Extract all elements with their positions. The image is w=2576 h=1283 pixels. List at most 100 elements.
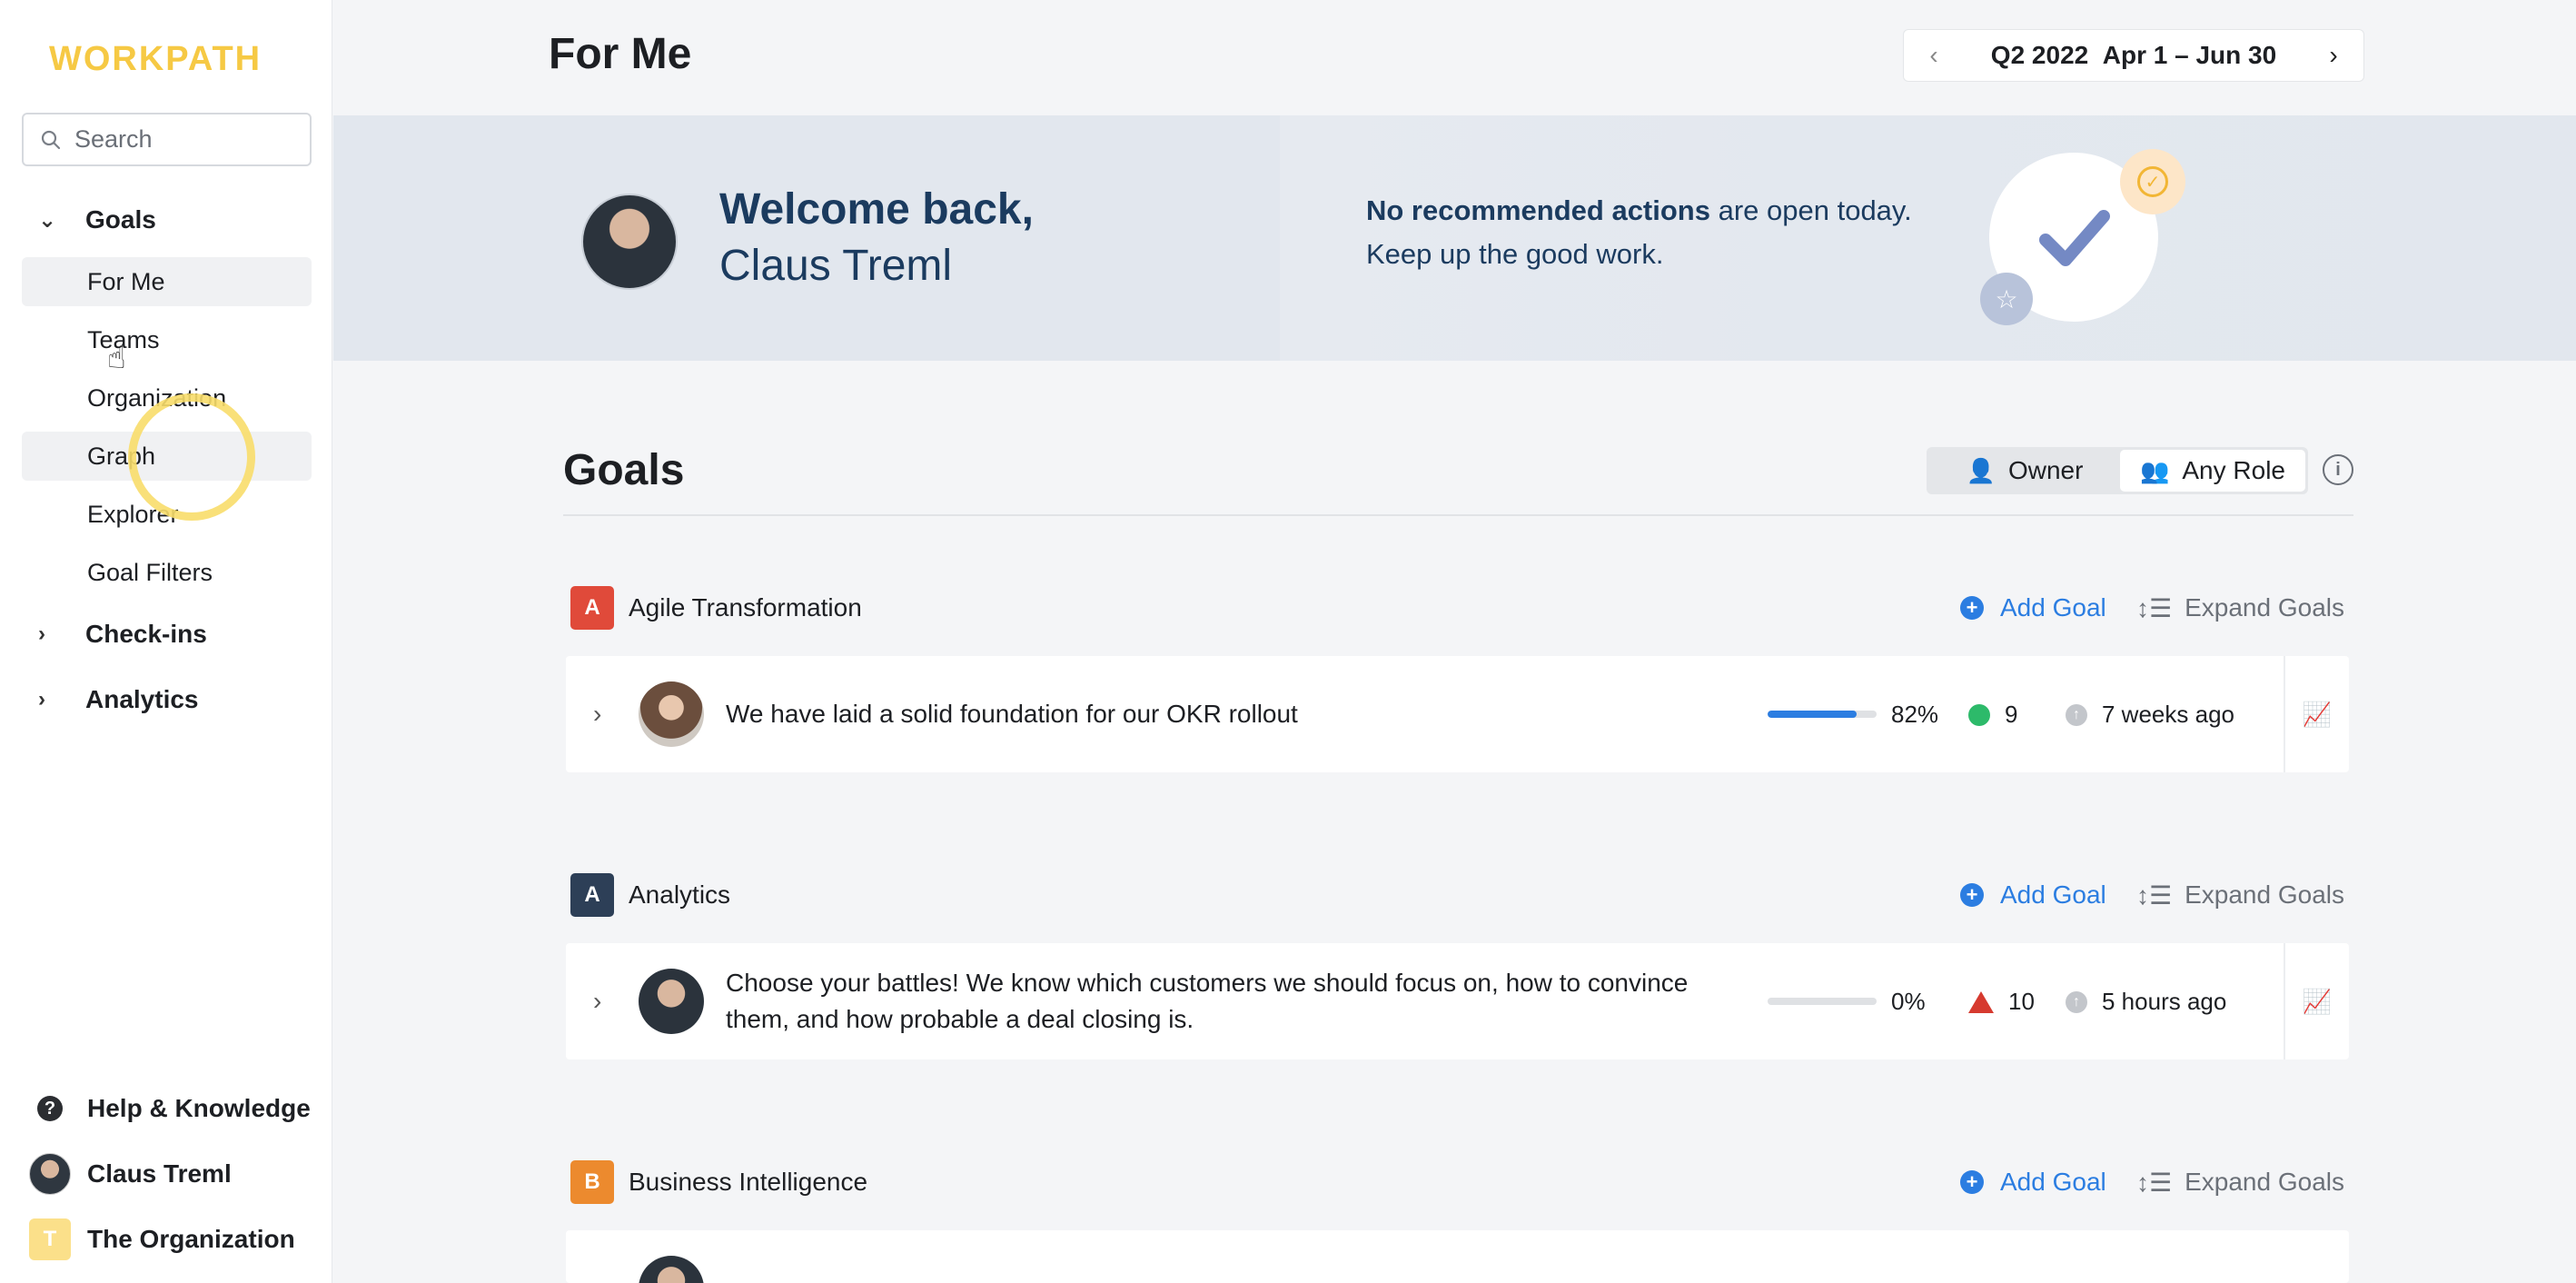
arrow-up-icon: ↑ (2066, 703, 2087, 726)
welcome-line: Welcome back, (719, 185, 1034, 234)
group-name[interactable]: Business Intelligence (629, 1168, 867, 1197)
owner-filter-button[interactable]: 👤 Owner (1929, 450, 2120, 492)
star-icon: ☆ (1980, 273, 2033, 325)
user-name: Claus Treml (87, 1159, 232, 1188)
question-icon: ? (37, 1096, 63, 1121)
group-letter-badge: A (570, 873, 614, 917)
chart-icon[interactable]: 📈 (2284, 656, 2349, 772)
period-selector: ‹ Q2 2022 Apr 1 – Jun 30 › (1903, 29, 2364, 82)
plus-icon: + (1960, 883, 1984, 907)
nav-section-goals[interactable]: ⌄ Goals (22, 197, 156, 243)
goal-group-header: A Analytics + Add Goal ↕☰ Expand Goals (570, 872, 2351, 918)
goal-row[interactable] (566, 1230, 2349, 1283)
search-box[interactable] (22, 113, 312, 166)
expand-goals-label: Expand Goals (2185, 593, 2344, 622)
group-name[interactable]: Agile Transformation (629, 593, 862, 622)
chevron-right-icon[interactable]: › (593, 656, 601, 772)
progress-fill (1768, 711, 1858, 718)
user-profile-link[interactable]: Claus Treml (27, 1151, 232, 1197)
search-icon (41, 130, 61, 149)
role-toggle: 👤 Owner 👥 Any Role (1927, 447, 2308, 494)
sidebar-item-teams[interactable]: Teams (22, 315, 312, 364)
nav-section-label: Analytics (85, 685, 199, 713)
search-input[interactable] (74, 125, 283, 154)
sidebar-item-goal-filters[interactable]: Goal Filters (22, 548, 312, 597)
help-label: Help & Knowledge (87, 1094, 311, 1122)
chevron-right-icon: › (38, 687, 45, 711)
nav-section-label: Check-ins (85, 620, 207, 648)
chevron-left-icon[interactable]: ‹ (1904, 41, 1964, 70)
chart-icon[interactable]: 📈 (2284, 943, 2349, 1059)
person-icon: 👤 (1966, 456, 1996, 484)
avatar (639, 969, 704, 1034)
goals-section-title: Goals (563, 446, 685, 494)
sidebar: WORKPATH ⌄ Goals For Me Teams Organizati… (0, 0, 332, 1283)
expand-list-icon: ↕☰ (2136, 880, 2173, 910)
welcome-message: Welcome back, Claus Treml (719, 182, 1034, 294)
add-goal-button[interactable]: + Add Goal (1960, 1168, 2106, 1197)
organization-name: The Organization (87, 1225, 295, 1253)
avatar (581, 194, 678, 290)
welcome-user-name: Claus Treml (719, 242, 953, 290)
updated-text: 7 weeks ago (2102, 701, 2234, 728)
last-updated: ↑ 5 hours ago (2066, 988, 2226, 1016)
expand-list-icon: ↕☰ (2136, 1168, 2173, 1197)
nav-section-check-ins[interactable]: › Check-ins (22, 612, 207, 657)
group-letter-badge: A (570, 586, 614, 630)
any-role-filter-button[interactable]: 👥 Any Role (2120, 450, 2305, 492)
add-goal-label: Add Goal (2000, 1168, 2106, 1196)
expand-goals-label: Expand Goals (2185, 1168, 2344, 1196)
reco-line2: Keep up the good work. (1366, 238, 1664, 270)
badge-icon: ✓ (2120, 149, 2185, 214)
goal-title[interactable]: We have laid a solid foundation for our … (726, 696, 1689, 732)
info-icon[interactable]: i (2323, 454, 2353, 485)
chevron-right-icon[interactable]: › (2304, 41, 2363, 70)
avatar (639, 1256, 704, 1283)
progress-percent: 82% (1891, 701, 1939, 728)
avatar (639, 681, 704, 747)
group-letter-badge: B (570, 1160, 614, 1204)
help-knowledge-link[interactable]: ? Help & Knowledge (27, 1086, 311, 1131)
goal-group-header: B Business Intelligence + Add Goal ↕☰ Expa… (570, 1159, 2351, 1205)
goal-row[interactable]: › Choose your battles! We know which cus… (566, 943, 2349, 1059)
updated-text: 5 hours ago (2102, 988, 2227, 1015)
owner-label: Owner (2007, 456, 2084, 484)
expand-list-icon: ↕☰ (2136, 593, 2173, 622)
status-indicator: 10 (1968, 988, 2035, 1016)
add-goal-button[interactable]: + Add Goal (1960, 880, 2106, 910)
status-indicator: 9 (1968, 701, 2017, 729)
chevron-right-icon[interactable]: › (593, 943, 601, 1059)
group-name[interactable]: Analytics (629, 880, 730, 910)
status-count: 9 (2005, 701, 2018, 728)
progress-bar (1768, 998, 1877, 1005)
period-range: Apr 1 – Jun 30 (2102, 41, 2277, 69)
add-goal-label: Add Goal (2000, 880, 2106, 909)
nav-section-analytics[interactable]: › Analytics (22, 677, 199, 722)
workpath-logo[interactable]: WORKPATH (49, 40, 262, 79)
recommendation-message: No recommended actions are open today. K… (1366, 189, 1912, 276)
plus-icon: + (1960, 1170, 1984, 1194)
goal-title[interactable]: Choose your battles! We know which custo… (726, 965, 1689, 1038)
goal-row[interactable]: › We have laid a solid foundation for ou… (566, 656, 2349, 772)
people-gear-icon: 👥 (2140, 456, 2170, 484)
period-label[interactable]: Q2 2022 Apr 1 – Jun 30 (1964, 41, 2304, 70)
expand-goals-button[interactable]: ↕☰ Expand Goals (2136, 1168, 2344, 1198)
arrow-up-icon: ↑ (2066, 990, 2087, 1013)
reco-rest: are open today. (1709, 194, 1912, 226)
page-title: For Me (549, 30, 692, 78)
period-quarter: Q2 2022 (1990, 41, 2089, 69)
goal-group-header: A Agile Transformation + Add Goal ↕☰ Expan… (570, 585, 2351, 631)
status-count: 10 (2008, 988, 2035, 1015)
plus-icon: + (1960, 596, 1984, 620)
expand-goals-button[interactable]: ↕☰ Expand Goals (2136, 593, 2344, 623)
hand-cursor-icon: ☝ (107, 341, 126, 375)
on-track-dot-icon (1968, 703, 1990, 726)
expand-goals-button[interactable]: ↕☰ Expand Goals (2136, 880, 2344, 910)
warning-icon (1968, 990, 1994, 1013)
add-goal-button[interactable]: + Add Goal (1960, 593, 2106, 622)
nav-section-label: Goals (85, 205, 156, 234)
organization-link[interactable]: T The Organization (27, 1217, 295, 1262)
sidebar-item-for-me[interactable]: For Me (22, 257, 312, 306)
organization-avatar: T (29, 1218, 71, 1260)
chevron-right-icon: › (38, 622, 45, 646)
